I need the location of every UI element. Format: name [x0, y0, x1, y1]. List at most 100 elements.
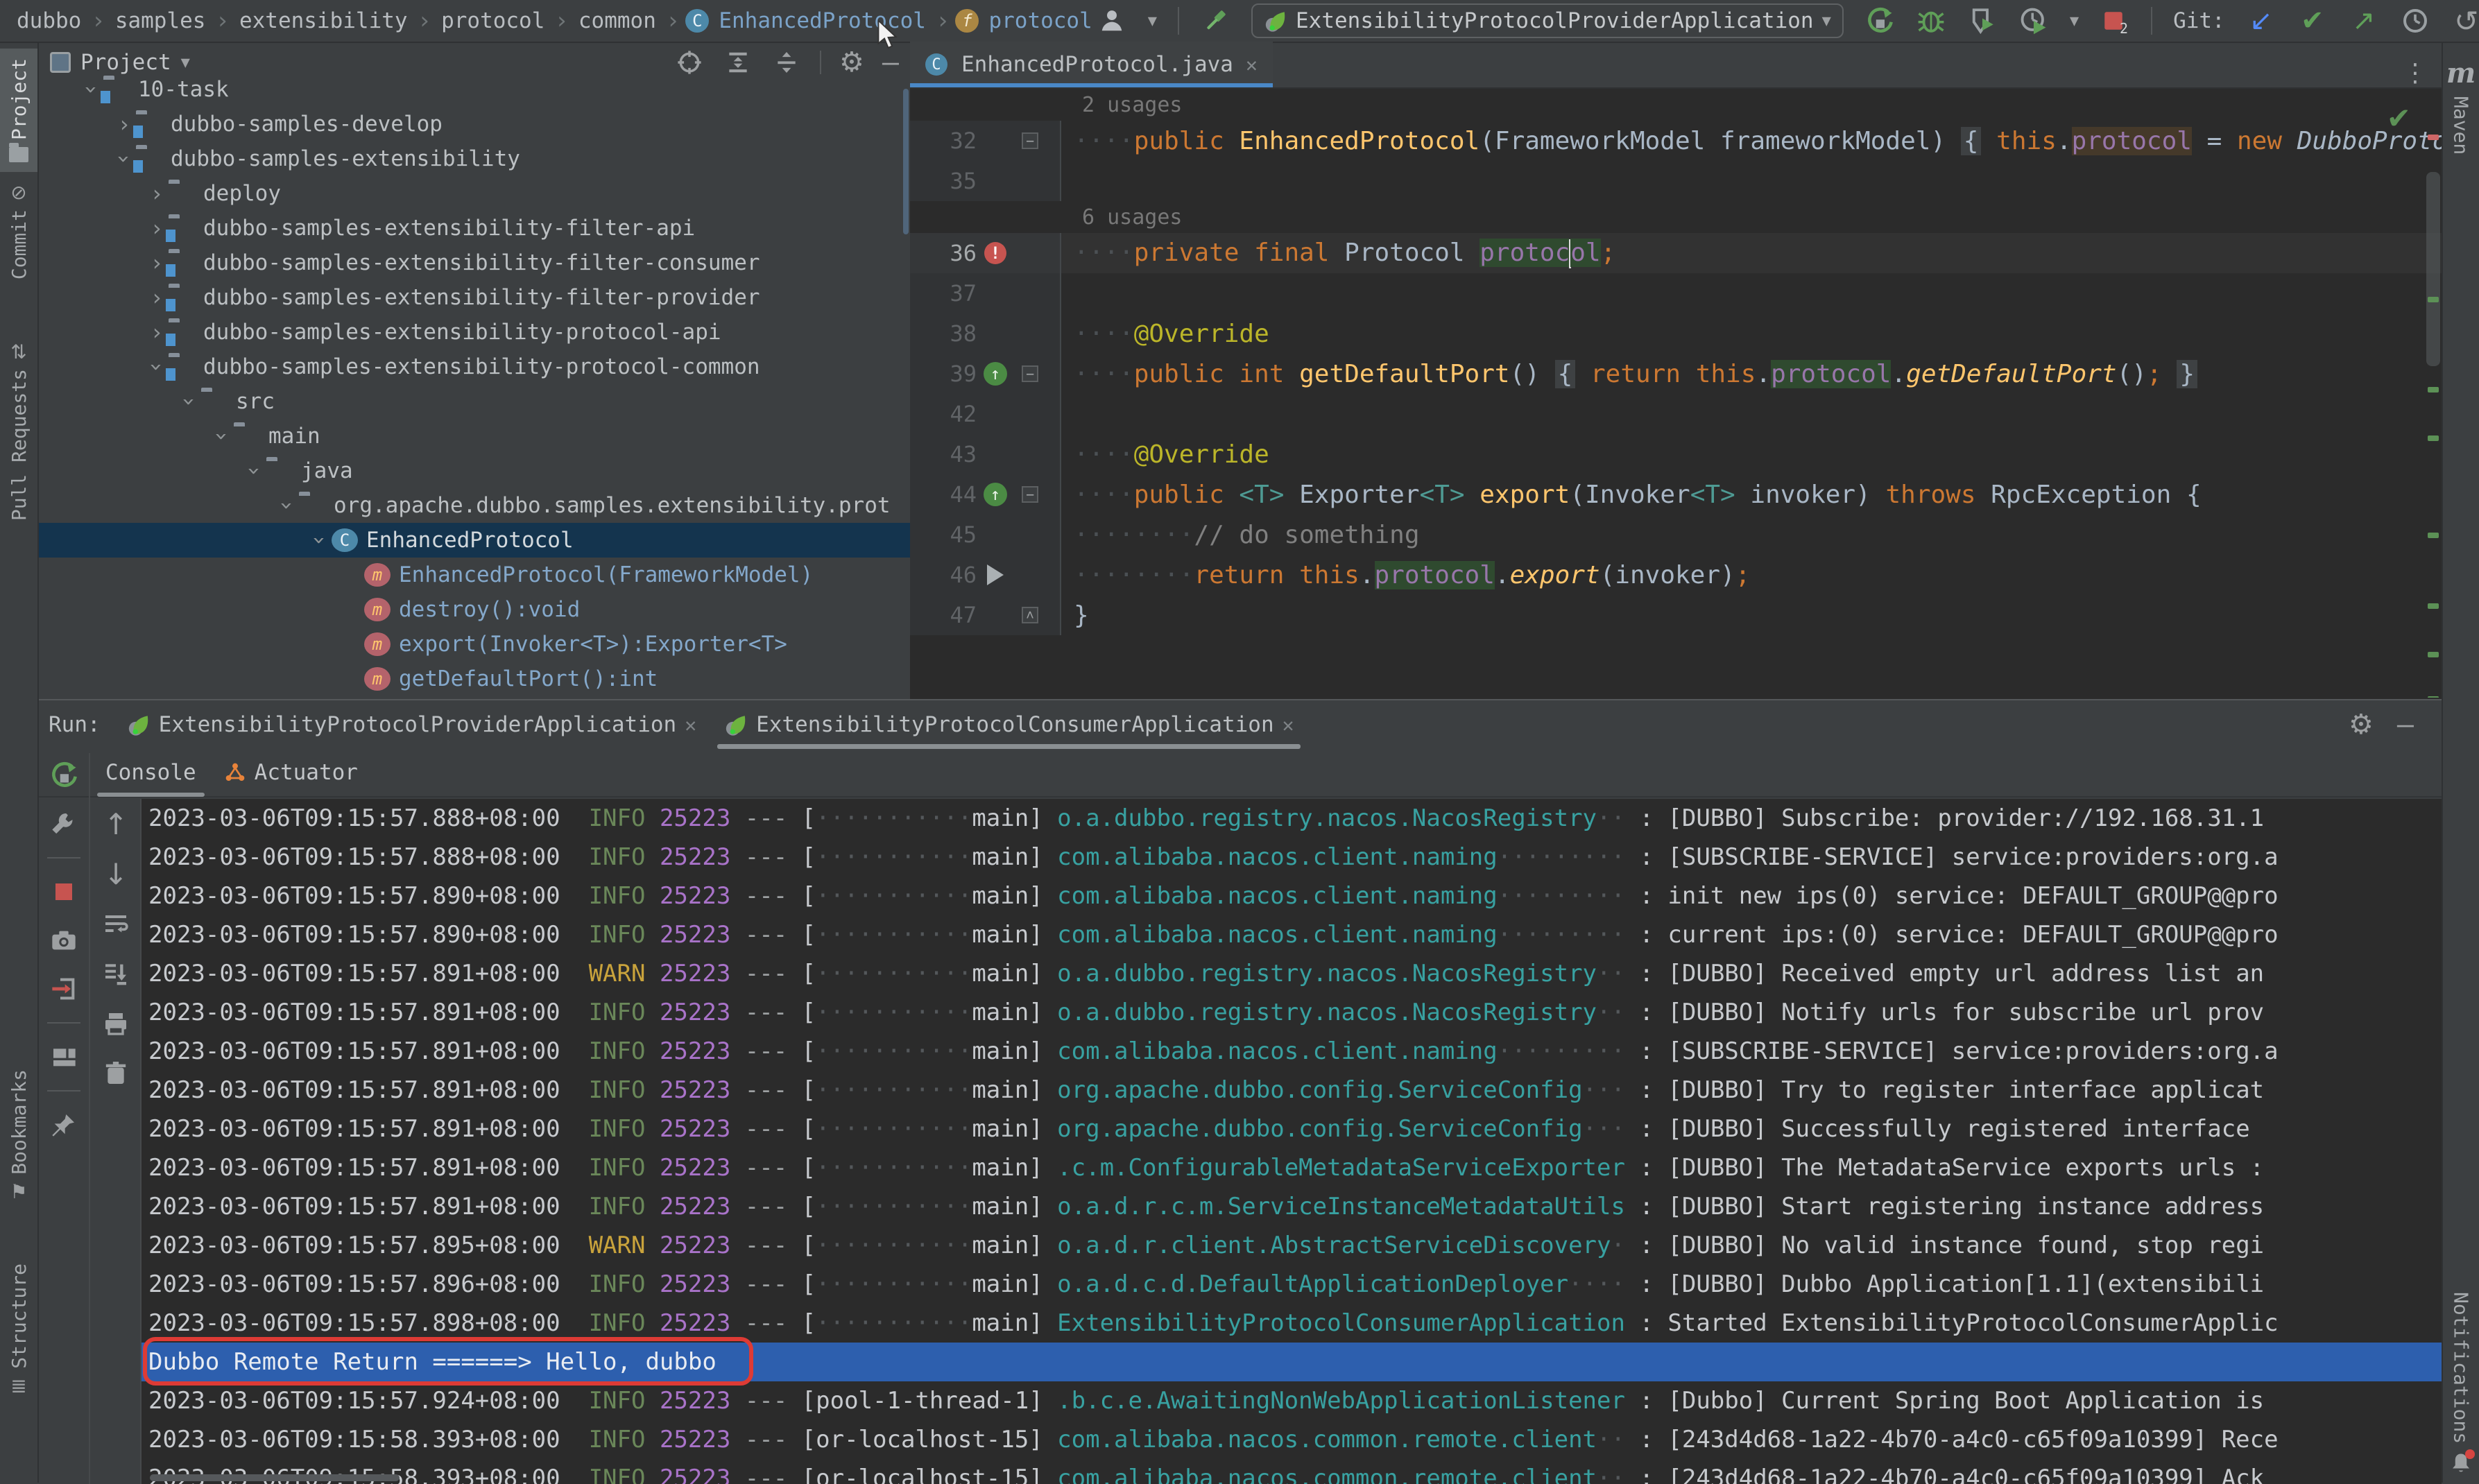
breadcrumb-item[interactable]: extensibility	[239, 8, 408, 33]
user-dropdown-chevron-icon[interactable]: ▼	[1148, 12, 1157, 30]
line-number[interactable]: 45	[910, 521, 977, 548]
override-method-icon[interactable]: ↑	[984, 362, 1007, 386]
override-gutter-icon[interactable]: ↑	[977, 483, 1014, 506]
editor-options-kebab-icon[interactable]: ⋮	[2389, 59, 2442, 87]
fold-marker[interactable]: −	[1014, 365, 1046, 382]
line-number[interactable]: 38	[910, 320, 977, 347]
git-commit-check-icon[interactable]: ✔	[2297, 6, 2328, 36]
thread-dump-camera-icon[interactable]	[49, 925, 79, 956]
next-occurrence-icon[interactable]: ↓	[101, 859, 131, 889]
restore-layout-icon[interactable]	[49, 1042, 79, 1072]
hide-run-panel-icon[interactable]: —	[2397, 709, 2414, 741]
clear-console-trash-icon[interactable]	[101, 1058, 131, 1089]
usages-inlay-hint[interactable]: 6 usages	[910, 201, 2442, 233]
fold-minus-icon[interactable]: −	[1022, 486, 1038, 503]
tree-row[interactable]: ›10-task	[39, 72, 910, 107]
tree-row[interactable]: ›deploy	[39, 176, 910, 211]
line-number[interactable]: 46	[910, 562, 977, 588]
tree-row[interactable]: mEnhancedProtocol(FrameworkModel)	[39, 558, 910, 592]
tree-row[interactable]: ›main	[39, 419, 910, 454]
tree-row[interactable]: mgetDefaultPort():int	[39, 662, 910, 696]
run-line-triangle-icon[interactable]	[987, 564, 1004, 585]
stop-button[interactable]: 2	[2100, 6, 2130, 36]
tree-row[interactable]: ›CEnhancedProtocol	[39, 523, 910, 558]
run-with-coverage-button[interactable]	[1967, 6, 1998, 36]
tool-window-button-project[interactable]: Project	[0, 49, 37, 172]
chevron-right-icon[interactable]: ›	[145, 250, 169, 276]
error-gutter-icon[interactable]: !	[977, 242, 1014, 264]
tree-row[interactable]: ›dubbo-samples-extensibility-protocol-co…	[39, 350, 910, 384]
tree-row[interactable]: ›dubbo-samples-extensibility-filter-cons…	[39, 245, 910, 280]
close-tab-icon[interactable]: ✕	[685, 714, 696, 736]
run-tab-provider[interactable]: ExtensibilityProtocolProviderApplication…	[116, 700, 707, 749]
tool-window-button-structure[interactable]: Structure ≣	[0, 1263, 37, 1397]
editor-gutter[interactable]: 44↑−	[910, 474, 1061, 515]
tool-window-button-maven[interactable]: m Maven	[2443, 57, 2479, 155]
play-gutter-icon[interactable]	[977, 564, 1014, 585]
tree-row[interactable]: ›src	[39, 384, 910, 419]
tree-row[interactable]: ›java	[39, 454, 910, 488]
soft-wrap-icon[interactable]	[101, 908, 131, 939]
run-configuration-select[interactable]: ExtensibilityProtocolProviderApplication…	[1251, 3, 1844, 38]
line-number[interactable]: 42	[910, 401, 977, 427]
fold-end-icon[interactable]: ˄	[1022, 607, 1038, 623]
chevron-down-icon[interactable]: ›	[176, 390, 203, 413]
rerun-button[interactable]	[1864, 6, 1895, 36]
tree-row[interactable]: mdestroy():void	[39, 592, 910, 627]
project-view-chevron-icon[interactable]: ▼	[181, 54, 190, 71]
line-number[interactable]: 36	[910, 240, 977, 266]
editor-gutter[interactable]: 45	[910, 515, 1061, 555]
tree-row[interactable]: ›dubbo-samples-extensibility-filter-prov…	[39, 280, 910, 315]
chevron-down-icon[interactable]: ›	[241, 459, 268, 483]
chevron-down-icon[interactable]: ›	[209, 424, 235, 448]
line-number[interactable]: 35	[910, 168, 977, 194]
editor-gutter[interactable]: 35	[910, 161, 1061, 201]
scrollbar-thumb[interactable]	[2426, 172, 2440, 366]
line-number[interactable]: 44	[910, 481, 977, 508]
editor-gutter[interactable]: 39 ↑−	[910, 354, 1061, 394]
editor-gutter[interactable]: 32 −	[910, 121, 1061, 161]
line-number[interactable]: 37	[910, 280, 977, 307]
rollback-icon[interactable]: ↺	[2451, 6, 2479, 36]
debug-button[interactable]	[1916, 6, 1946, 36]
usages-inlay-hint[interactable]: 2 usages	[910, 89, 2442, 121]
tool-window-button-bookmarks[interactable]: Bookmarks ⚑	[0, 1069, 37, 1202]
build-hammer-icon[interactable]	[1200, 6, 1230, 36]
editor-gutter[interactable]: 42	[910, 394, 1061, 434]
print-icon[interactable]	[101, 1008, 131, 1039]
git-update-icon[interactable]: ↙	[2246, 6, 2276, 36]
line-number[interactable]: 43	[910, 441, 977, 467]
tree-row[interactable]: ›dubbo-samples-extensibility	[39, 141, 910, 176]
fold-marker[interactable]: −	[1014, 132, 1046, 149]
editor-gutter[interactable]: 47˄	[910, 595, 1061, 635]
console-output[interactable]: 2023-03-06T09:15:57.888+08:00 INFO 25223…	[141, 799, 2442, 1484]
fold-marker[interactable]: −	[1014, 486, 1046, 503]
editor-gutter[interactable]: 46	[910, 555, 1061, 595]
code-editor[interactable]: ✔ 2 usages32−····public EnhancedProtocol…	[910, 89, 2442, 698]
fold-minus-icon[interactable]: −	[1022, 365, 1038, 382]
tab-console[interactable]: Console	[92, 748, 210, 797]
chevron-down-icon[interactable]: ›	[274, 494, 300, 517]
editor-gutter[interactable]: 37	[910, 273, 1061, 313]
line-number[interactable]: 32	[910, 128, 977, 154]
console-line-highlighted[interactable]: Dubbo Remote Return ======> Hello, dubbo	[141, 1343, 2442, 1381]
tree-row[interactable]: mexport(Invoker<T>):Exporter<T>	[39, 627, 910, 662]
profiler-button[interactable]	[2018, 6, 2049, 36]
project-panel-title[interactable]: Project	[80, 50, 171, 75]
close-tab-icon[interactable]: ✕	[1246, 53, 1258, 76]
tool-window-button-notifications[interactable]: Notifications	[2443, 1292, 2479, 1476]
editor-gutter[interactable]: 38	[910, 313, 1061, 354]
rerun-application-button[interactable]	[49, 760, 79, 791]
console-horizontal-scrollbar[interactable]	[150, 1474, 400, 1481]
line-number[interactable]: 39	[910, 361, 977, 387]
prev-occurrence-icon[interactable]: ↑	[101, 809, 131, 839]
exit-process-icon[interactable]	[49, 974, 79, 1004]
chevron-right-icon[interactable]: ›	[112, 111, 136, 137]
tree-row[interactable]: ›dubbo-samples-extensibility-filter-api	[39, 211, 910, 245]
editor-tab-enhancedprotocol[interactable]: C EnhancedProtocol.java ✕	[910, 42, 1273, 87]
breadcrumb-item[interactable]: protocol	[441, 8, 544, 33]
stop-process-button[interactable]	[49, 877, 79, 907]
inspections-ok-check-icon[interactable]: ✔	[2387, 101, 2411, 135]
profiler-chevron-icon[interactable]: ▼	[2070, 12, 2079, 30]
tree-row[interactable]: ›dubbo-samples-extensibility-protocol-ap…	[39, 315, 910, 350]
